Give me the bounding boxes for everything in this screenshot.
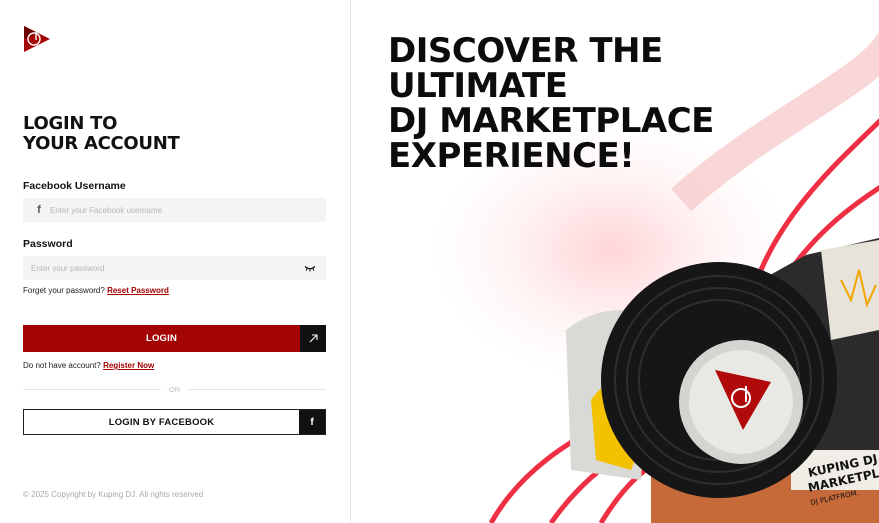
no-account-text: Do not have account? [23,361,101,370]
forgot-password-row: Forget your password? Reset Password [23,286,169,295]
forgot-password-text: Forget your password? [23,286,105,295]
hero-line-4: EXPERIENCE! [388,136,635,176]
hero-line-1: DISCOVER THE [388,31,663,71]
facebook-button-label: LOGIN BY FACEBOOK [108,416,215,428]
title-line-1: LOGIN TO [23,113,118,134]
login-button-label: LOGIN [145,333,178,344]
login-button[interactable]: LOGIN [23,325,326,352]
hero-panel: KUPING DJ MARKETPLA DJ PLATFROM. DISCOVE… [351,0,879,523]
reset-password-link[interactable]: Reset Password [107,286,169,295]
login-panel: LOGIN TO YOUR ACCOUNT Facebook Username … [0,0,351,523]
register-link[interactable]: Register Now [103,361,154,370]
page-title: LOGIN TO YOUR ACCOUNT [23,114,323,154]
arrow-up-right-icon [300,325,326,352]
password-label: Password [23,238,73,250]
or-text: OR [168,384,181,394]
username-placeholder: Enter your Facebook username [50,205,163,215]
divider-line [188,388,326,390]
login-facebook-button[interactable]: LOGIN BY FACEBOOK f [23,409,326,435]
hero-line-2: ULTIMATE [388,66,568,106]
title-line-2: YOUR ACCOUNT [23,133,180,154]
register-row: Do not have account? Register Now [23,361,154,370]
password-placeholder: Enter your password [31,263,105,273]
eye-closed-icon[interactable] [300,265,320,272]
facebook-icon: f [299,410,325,434]
copyright-text: © 2025 Copyright by Kuping DJ. All right… [23,490,204,499]
kuping-dj-logo-icon[interactable] [22,24,52,54]
or-divider: OR [23,383,326,395]
hero-headline: DISCOVER THE ULTIMATE DJ MARKETPLACE EXP… [388,34,858,174]
hero-line-3: DJ MARKETPLACE [388,101,714,141]
divider-line [23,388,161,390]
facebook-icon: f [37,204,41,216]
username-label: Facebook Username [23,180,126,192]
password-field[interactable]: Enter your password [23,256,326,280]
username-field[interactable]: f Enter your Facebook username [23,198,326,222]
